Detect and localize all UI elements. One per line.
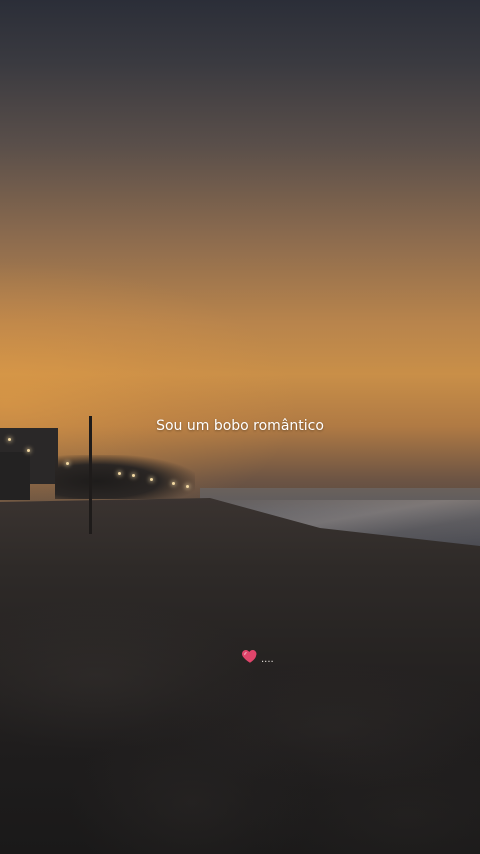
heart-sticker: ....: [241, 647, 274, 665]
city-light: [186, 485, 189, 488]
building-silhouette-small: [0, 452, 30, 500]
trees-silhouette: [55, 455, 195, 499]
city-light: [8, 438, 11, 441]
city-light: [66, 462, 69, 465]
city-light: [132, 474, 135, 477]
sticker-dots: ....: [261, 654, 274, 665]
city-light: [118, 472, 121, 475]
heart-icon: [242, 650, 257, 663]
photo-frame: Sou um bobo romântico ....: [0, 0, 480, 854]
sand-footprints: [0, 600, 480, 854]
city-light: [150, 478, 153, 481]
city-light: [27, 449, 30, 452]
city-light: [172, 482, 175, 485]
story-caption: Sou um bobo romântico: [156, 418, 324, 434]
